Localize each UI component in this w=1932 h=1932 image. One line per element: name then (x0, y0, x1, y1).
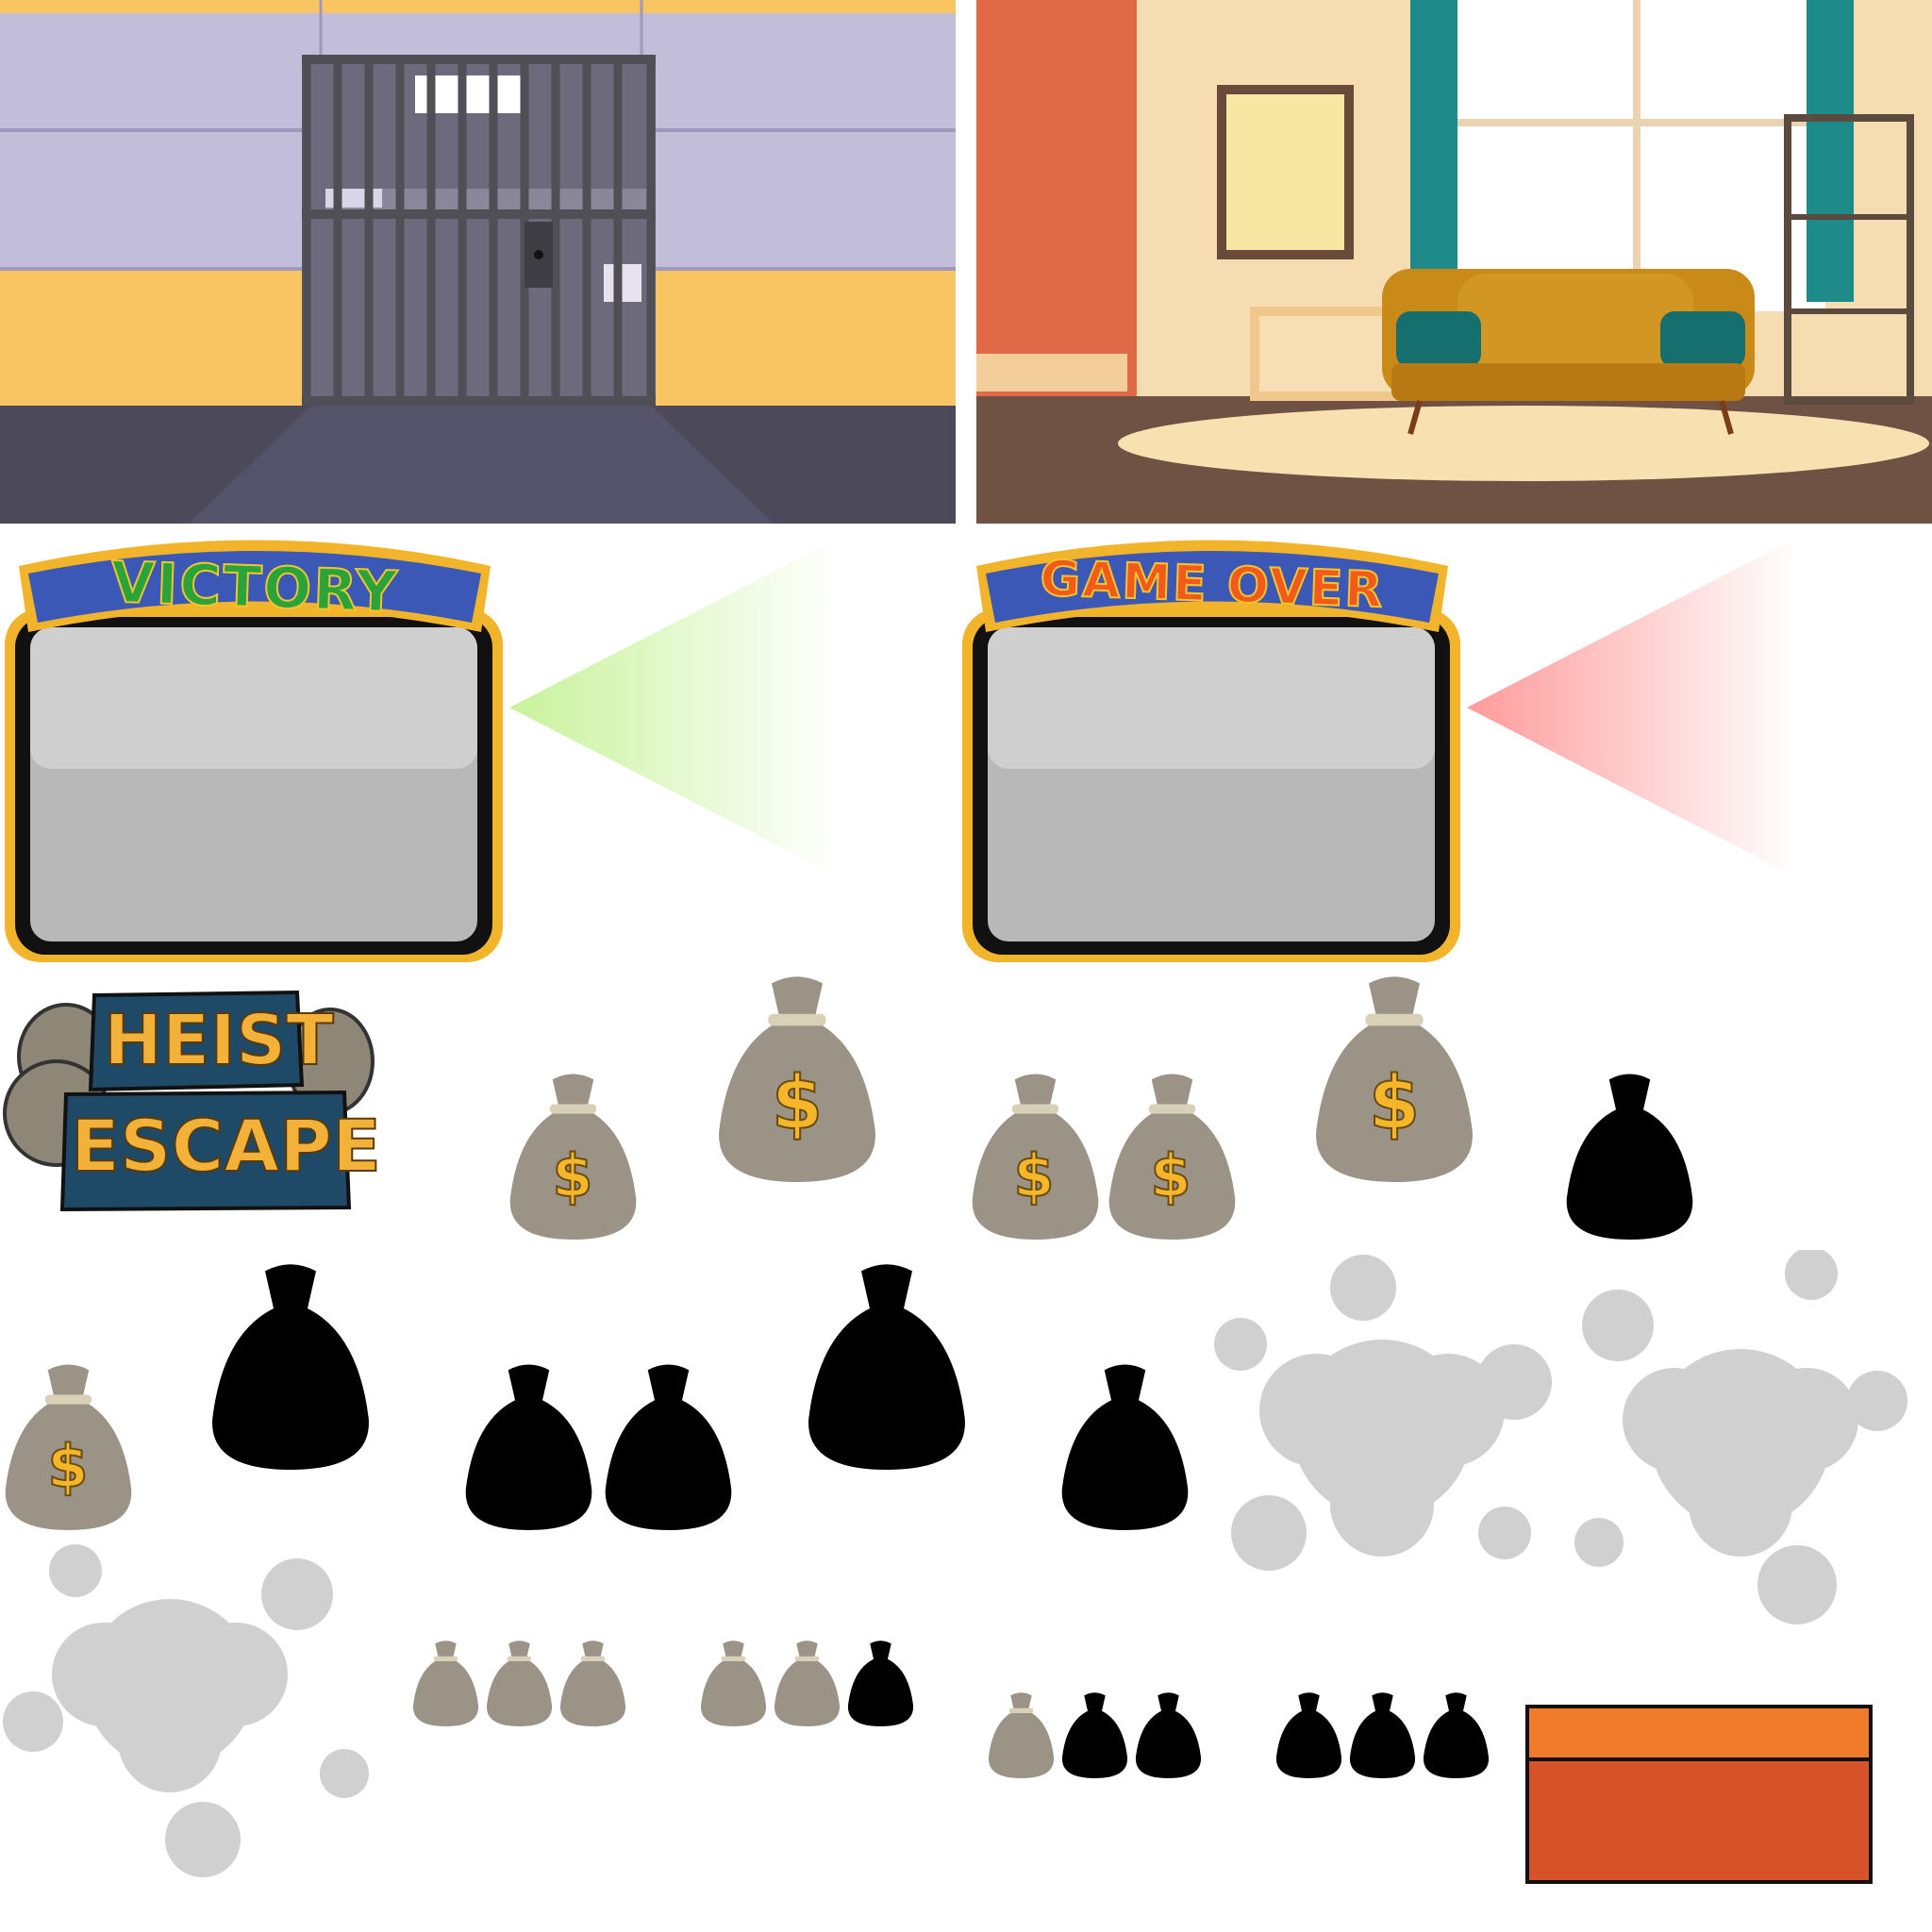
dollar-symbol: $ (1149, 1141, 1191, 1211)
money-bag-medium: $ (505, 1068, 641, 1247)
money-bag-silhouette-pair (460, 1358, 743, 1542)
money-bag-silhouette-large (206, 1255, 375, 1481)
victory-glow-cone (509, 538, 868, 877)
game-over-panel: GAME OVER (958, 528, 1467, 967)
dollar-symbol: $ (46, 1431, 89, 1502)
money-bag-silhouette-medium (1057, 1358, 1193, 1538)
game-over-glow-cone (1467, 538, 1825, 877)
victory-panel: VICTORY (0, 528, 509, 967)
smoke-cloud-3 (0, 1542, 377, 1882)
dollar-symbol: $ (551, 1141, 593, 1211)
victory-title: VICTORY (108, 549, 400, 627)
bag-counter-1-of-3 (986, 1689, 1203, 1788)
logo-line-heist: HEIST (103, 999, 335, 1082)
money-bag-pair: $ $ (962, 1068, 1245, 1252)
money-bag-small-left: $ (0, 1358, 137, 1538)
money-bag-large: $ (712, 967, 882, 1193)
smoke-cloud (1193, 1250, 1571, 1599)
money-bag-silhouette-large-2 (802, 1255, 972, 1481)
dollar-symbol: $ (1012, 1141, 1055, 1211)
dollar-symbol: $ (1368, 1060, 1421, 1147)
smoke-cloud-2 (1571, 1250, 1915, 1627)
heist-escape-logo: HEIST ESCAPE (0, 972, 387, 1217)
wood-plank (1525, 1705, 1873, 1884)
bag-counter-2-of-3 (698, 1637, 915, 1736)
money-bag-silhouette (1561, 1068, 1698, 1247)
logo-line-escape: ESCAPE (70, 1103, 382, 1189)
living-room-background (976, 0, 1932, 524)
money-bag-large-2: $ (1309, 967, 1479, 1193)
prison-cell-background (0, 0, 956, 524)
dollar-symbol: $ (771, 1060, 824, 1147)
bag-counter-0-of-3 (1274, 1689, 1491, 1788)
bag-counter-3-of-3 (410, 1637, 627, 1736)
